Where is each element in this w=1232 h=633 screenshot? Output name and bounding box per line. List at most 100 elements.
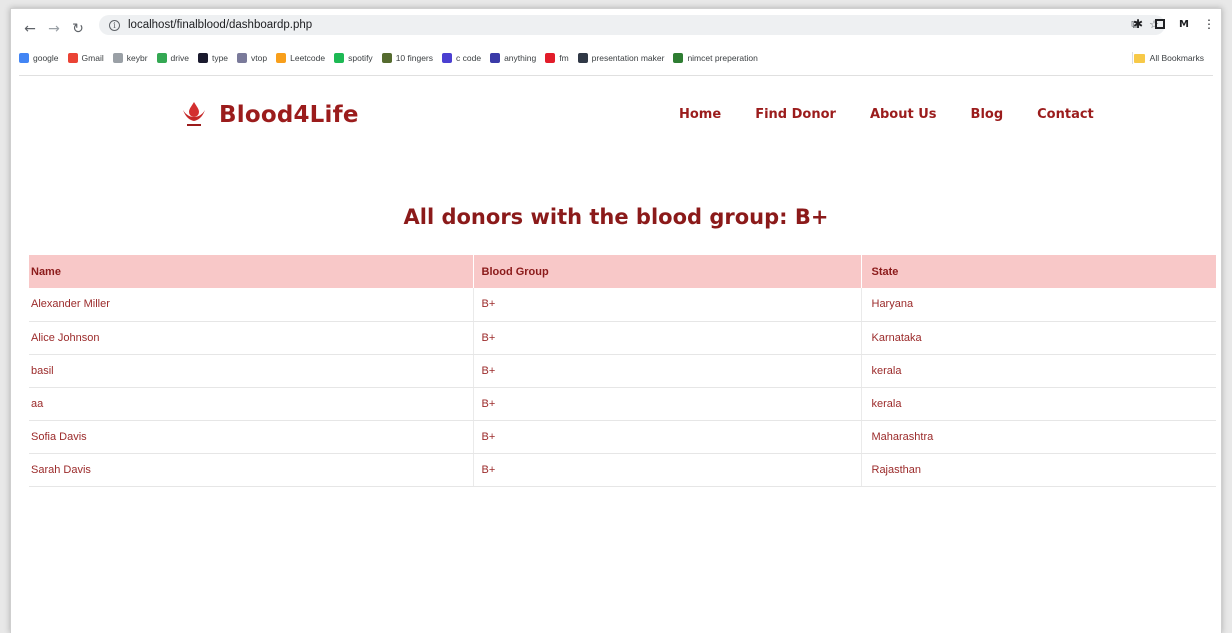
table-cell-blood-group: B+ [473,453,862,487]
column-header-blood-group: Blood Group [473,255,862,288]
table-cell-name: Sofia Davis [29,420,474,454]
table-cell-state: Rajasthan [861,453,1216,487]
side-panel-icon[interactable] [1155,19,1165,29]
ccode-icon [442,53,453,63]
nav-link-find-donor[interactable]: Find Donor [755,107,836,122]
bookmark-item[interactable]: Leetcode [276,53,325,63]
site-header: Blood4Life Home Find Donor About Us Blog Con… [11,97,1221,137]
type-icon [197,53,208,63]
table-cell-name: Alexander Miller [29,288,474,322]
bookmark-label: presentation maker [591,53,665,63]
table-cell-name: basil [29,354,474,388]
nav-link-contact[interactable]: Contact [1037,107,1094,122]
bookmark-item[interactable]: google [19,53,59,63]
bookmark-item[interactable]: 10 fingers [381,53,434,63]
nimcet-icon [673,53,684,63]
blood-drop-hands-icon [183,102,205,126]
table-cell-blood-group: B+ [473,354,862,388]
table-cell-blood-group: B+ [473,288,862,322]
bookmark-item[interactable]: anything [490,53,536,63]
presentation-maker-icon [577,53,588,63]
bookmark-label: nimcet preperation [687,53,758,63]
bookmark-item[interactable]: vtop [237,53,267,63]
bookmark-item[interactable]: type [197,53,229,63]
bookmark-item[interactable]: nimcet preperation [673,53,758,63]
bookmark-label: Gmail [81,53,104,63]
bookmark-item[interactable]: fm [545,53,569,63]
table-body: Alexander Miller B+ Haryana Alice Johnson B+… [29,288,1216,487]
table-header-row: Name Blood Group State [29,255,1216,288]
bookmark-item[interactable]: c code [442,53,481,63]
nav-link-home[interactable]: Home [679,107,721,122]
table-cell-blood-group: B+ [473,420,862,454]
donor-table: Name Blood Group State Alexander Miller B+ H… [29,255,1216,487]
bookmark-label: spotify [348,53,373,63]
column-header-name: Name [29,255,474,288]
drive-icon [156,53,167,63]
table-cell-state: Maharashtra [861,420,1216,454]
main-nav: Home Find Donor About Us Blog Contact [679,107,1128,122]
reload-icon[interactable]: ↻ [67,18,89,40]
fm-icon [545,53,556,63]
all-bookmarks-label: All Bookmarks [1149,53,1204,63]
profile-avatar-icon[interactable]: M [1177,17,1191,31]
nav-link-blog[interactable]: Blog [971,107,1004,122]
bookmarks-bar: google Gmail keybr drive type vtop Leetcode spo… [11,49,1221,67]
spotify-icon [334,53,345,63]
table-cell-state: kerala [861,354,1216,388]
bookmark-item[interactable]: Gmail [67,53,104,63]
nav-link-about-us[interactable]: About Us [870,107,937,122]
leetcode-icon [276,53,287,63]
address-bar[interactable]: i localhost/finalblood/dashboardp.php ⧉ … [99,15,1165,35]
bookmark-label: anything [504,53,537,63]
bookmark-label: Leetcode [290,53,326,63]
google-icon [19,53,29,63]
donor-table-container: Name Blood Group State Alexander Miller B+ H… [29,255,1216,487]
table-cell-blood-group: B+ [473,321,862,355]
toolbar-divider [19,75,1213,76]
bookmark-label: type [211,53,229,63]
table-row: aa B+ kerala [29,387,1216,421]
folder-icon [1133,53,1145,63]
site-logo[interactable]: Blood4Life [181,100,359,130]
bookmark-label: 10 fingers [395,53,434,63]
table-row: Sarah Davis B+ Rajasthan [29,453,1216,487]
table-row: Alexander Miller B+ Haryana [29,288,1216,322]
10fingers-icon [381,53,392,63]
table-cell-state: Haryana [861,288,1216,322]
table-cell-name: Alice Johnson [29,321,474,355]
forward-icon[interactable]: → [43,18,65,40]
brand-name: Blood4Life [219,102,359,128]
bookmark-item[interactable]: keybr [112,53,148,63]
bookmark-item[interactable]: spotify [334,53,373,63]
table-cell-name: Sarah Davis [29,453,474,487]
browser-toolbar: ← → ↻ i localhost/finalblood/dashboardp.… [11,9,1221,49]
vtop-icon [237,53,248,63]
site-info-icon[interactable]: i [109,19,120,31]
bookmark-label: vtop [251,53,268,63]
bookmark-item[interactable]: drive [156,53,189,63]
table-cell-blood-group: B+ [473,387,862,421]
browser-window: ← → ↻ i localhost/finalblood/dashboardp.… [10,8,1222,633]
bookmark-label: drive [170,53,189,63]
bookmark-item[interactable]: presentation maker [577,53,665,63]
column-header-state: State [871,265,899,278]
table-row: Alice Johnson B+ Karnataka [29,321,1216,355]
bookmark-label: fm [559,53,569,63]
back-icon[interactable]: ← [19,18,41,40]
page-title: All donors with the blood group: B+ [403,205,829,229]
keybr-icon [112,53,123,63]
table-cell-name: aa [29,387,474,421]
table-cell-state: kerala [861,387,1216,421]
bookmark-label: c code [456,53,482,63]
extensions-icon[interactable]: ✱ [1133,17,1143,31]
url-text[interactable]: localhost/finalblood/dashboardp.php [128,19,312,31]
all-bookmarks-button[interactable]: All Bookmarks [1133,53,1204,63]
bookmark-label: keybr [126,53,148,63]
table-row: Sofia Davis B+ Maharashtra [29,420,1216,454]
browser-menu-icon[interactable]: ⋮ [1203,17,1215,31]
anything-icon [490,53,501,63]
bookmark-label: google [33,53,59,63]
table-row: basil B+ kerala [29,354,1216,388]
table-cell-state: Karnataka [861,321,1216,355]
